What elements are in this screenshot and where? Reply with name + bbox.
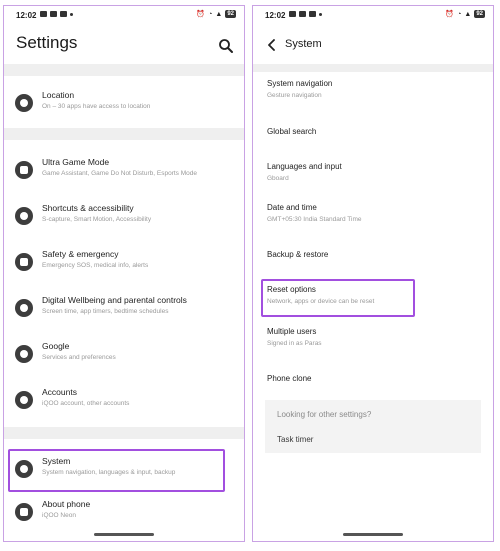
system-status-icons: ⏰ ◔ ▲ 92 xyxy=(196,10,236,18)
settings-screen: 12:02 ⏰ ◔ ▲ 92 Settings Location On – 30… xyxy=(3,5,245,542)
item-label: Digital Wellbeing and parental controls xyxy=(42,295,187,305)
notification-icon xyxy=(309,11,316,17)
item-sub: S-capture, Smart Motion, Accessibility xyxy=(42,216,152,223)
settings-item-ultra-game-mode[interactable]: Ultra Game Mode Game Assistant, Game Do … xyxy=(4,151,244,189)
task-timer-link[interactable]: Task timer xyxy=(277,435,313,444)
divider xyxy=(4,427,244,439)
more-notifications-icon xyxy=(319,12,322,16)
settings-item-digital-wellbeing[interactable]: Digital Wellbeing and parental controls … xyxy=(4,289,244,327)
wellbeing-icon xyxy=(15,299,33,317)
settings-item-shortcuts[interactable]: Shortcuts & accessibility S-capture, Sma… xyxy=(4,197,244,235)
item-label: Backup & restore xyxy=(267,250,329,259)
more-notifications-icon xyxy=(70,12,73,16)
wifi-icon: ◔ xyxy=(457,10,462,18)
item-sub: Game Assistant, Game Do Not Disturb, Esp… xyxy=(42,170,197,177)
system-item-navigation[interactable]: System navigation Gesture navigation xyxy=(267,78,485,101)
reset-options-highlight xyxy=(261,279,415,317)
system-status-icons: ⏰ ◔ ▲ 92 xyxy=(445,10,485,18)
status-time: 12:02 xyxy=(16,11,37,20)
item-sub: Signed in as Paras xyxy=(267,340,322,347)
status-bar: 12:02 ⏰ ◔ ▲ 92 xyxy=(4,6,244,24)
system-item-phone-clone[interactable]: Phone clone xyxy=(267,373,485,385)
page-title: Settings xyxy=(16,33,78,52)
notification-icon xyxy=(60,11,67,17)
item-label: Global search xyxy=(267,127,317,136)
item-label: Phone clone xyxy=(267,374,312,383)
notification-icon xyxy=(289,11,296,17)
item-label: Shortcuts & accessibility xyxy=(42,203,134,213)
system-highlight xyxy=(8,449,225,492)
item-label: Accounts xyxy=(42,387,77,397)
item-label: System navigation xyxy=(267,79,333,88)
divider xyxy=(4,128,244,140)
settings-item-google[interactable]: Google Services and preferences xyxy=(4,335,244,373)
gesture-navigation-bar[interactable] xyxy=(343,533,403,536)
alarm-icon: ⏰ xyxy=(445,11,455,18)
google-icon xyxy=(15,345,33,363)
notification-icons xyxy=(40,11,73,17)
item-label: Multiple users xyxy=(267,327,317,336)
notification-icon xyxy=(40,11,47,17)
item-label: Languages and input xyxy=(267,162,342,171)
item-sub: On – 30 apps have access to location xyxy=(42,103,151,110)
item-sub: iQOO account, other accounts xyxy=(42,400,130,407)
system-item-languages[interactable]: Languages and input Gboard xyxy=(267,161,485,184)
gamepad-icon xyxy=(15,161,33,179)
system-item-backup[interactable]: Backup & restore xyxy=(267,249,485,261)
other-settings-question: Looking for other settings? xyxy=(277,410,372,419)
back-arrow-icon[interactable] xyxy=(267,39,277,51)
item-sub: Services and preferences xyxy=(42,354,116,361)
item-sub: Emergency SOS, medical info, alerts xyxy=(42,262,149,269)
system-screen: 12:02 ⏰ ◔ ▲ 92 System System navigation … xyxy=(252,5,494,542)
gesture-navigation-bar[interactable] xyxy=(94,533,154,536)
item-label: Safety & emergency xyxy=(42,249,119,259)
divider xyxy=(253,64,493,72)
other-settings-card: Looking for other settings? Task timer xyxy=(265,400,481,453)
item-label: Ultra Game Mode xyxy=(42,157,110,167)
accessibility-icon xyxy=(15,207,33,225)
signal-icon: ▲ xyxy=(215,10,223,18)
key-icon xyxy=(15,391,33,409)
phone-icon xyxy=(15,503,33,521)
page-title: System xyxy=(285,38,322,50)
system-item-date-time[interactable]: Date and time GMT+05:30 India Standard T… xyxy=(267,202,485,225)
status-bar: 12:02 ⏰ ◔ ▲ 92 xyxy=(253,6,493,24)
status-time: 12:02 xyxy=(265,11,286,20)
emergency-icon xyxy=(15,253,33,271)
settings-item-accounts[interactable]: Accounts iQOO account, other accounts xyxy=(4,381,244,419)
item-sub: iQOO Neon xyxy=(42,512,76,519)
location-icon xyxy=(15,94,33,112)
item-sub: GMT+05:30 India Standard Time xyxy=(267,216,362,223)
alarm-icon: ⏰ xyxy=(196,11,206,18)
signal-icon: ▲ xyxy=(464,10,472,18)
item-sub: Gboard xyxy=(267,175,289,182)
item-sub: Gesture navigation xyxy=(267,92,322,99)
item-label: Google xyxy=(42,341,70,351)
notification-icon xyxy=(50,11,57,17)
item-sub: Screen time, app timers, bedtime schedul… xyxy=(42,308,169,315)
settings-item-about-phone[interactable]: About phone iQOO Neon xyxy=(4,493,244,531)
item-label: About phone xyxy=(42,499,91,509)
system-item-global-search[interactable]: Global search xyxy=(267,126,485,138)
battery-icon: 92 xyxy=(474,10,485,18)
notification-icon xyxy=(299,11,306,17)
wifi-icon: ◔ xyxy=(208,10,213,18)
settings-item-location[interactable]: Location On – 30 apps have access to loc… xyxy=(4,84,244,122)
battery-icon: 92 xyxy=(225,10,236,18)
settings-item-safety[interactable]: Safety & emergency Emergency SOS, medica… xyxy=(4,243,244,281)
search-icon[interactable] xyxy=(218,38,234,54)
item-label: Location xyxy=(42,90,75,100)
divider xyxy=(4,64,244,76)
item-label: Date and time xyxy=(267,203,317,212)
system-item-multiple-users[interactable]: Multiple users Signed in as Paras xyxy=(267,326,485,349)
notification-icons xyxy=(289,11,322,17)
